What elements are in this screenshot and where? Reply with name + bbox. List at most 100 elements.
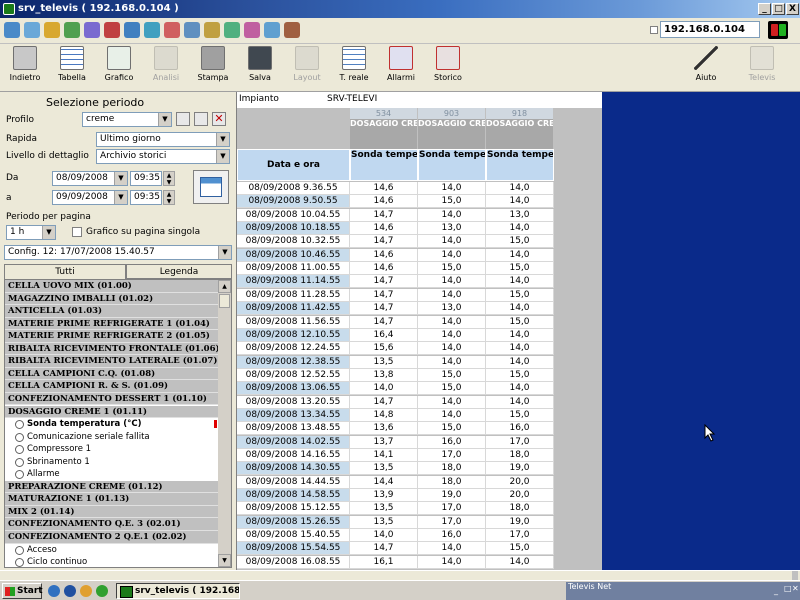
- timestamp-cell[interactable]: 08/09/2008 15.26.55: [237, 515, 350, 529]
- value-cell[interactable]: 14,0: [486, 355, 554, 369]
- timestamp-cell[interactable]: 08/09/2008 10.46.55: [237, 248, 350, 262]
- value-cell[interactable]: 15,0: [486, 315, 554, 329]
- save-profile-icon[interactable]: [176, 112, 190, 126]
- tree-variable-row[interactable]: Ciclo continuo: [5, 556, 219, 567]
- value-cell[interactable]: 15,0: [418, 422, 486, 436]
- layout-button[interactable]: Layout: [287, 46, 327, 82]
- config-select[interactable]: Config. 12: 17/07/2008 15.40.57 ▼: [4, 245, 232, 260]
- timestamp-cell[interactable]: 08/09/2008 10.32.55: [237, 235, 350, 249]
- value-cell[interactable]: 14,0: [418, 555, 486, 569]
- desktop-icon[interactable]: [80, 585, 92, 597]
- single-page-chart-checkbox[interactable]: [72, 227, 82, 237]
- import-icon[interactable]: [244, 22, 260, 38]
- ip-address-field[interactable]: 192.168.0.104: [660, 21, 760, 38]
- value-cell[interactable]: 17,0: [486, 435, 554, 449]
- table-button[interactable]: Tabella: [52, 46, 92, 82]
- value-cell[interactable]: 14,7: [350, 542, 418, 556]
- variables-icon[interactable]: [64, 22, 80, 38]
- value-cell[interactable]: 15,0: [418, 382, 486, 396]
- scroll-up-icon[interactable]: ▲: [218, 280, 231, 293]
- value-cell[interactable]: 20,0: [486, 489, 554, 503]
- timestamp-cell[interactable]: 08/09/2008 10.04.55: [237, 208, 350, 222]
- value-cell[interactable]: 14,1: [350, 449, 418, 462]
- media-icon[interactable]: [96, 585, 108, 597]
- explorer-icon[interactable]: [64, 585, 76, 597]
- value-cell[interactable]: 18,0: [486, 449, 554, 462]
- tree-group-row[interactable]: RIBALTA RICEVIMENTO LATERALE (01.07): [5, 355, 219, 368]
- value-cell[interactable]: 14,7: [350, 395, 418, 409]
- value-cell[interactable]: 14,7: [350, 302, 418, 316]
- value-cell[interactable]: 14,0: [486, 555, 554, 569]
- timestamp-cell[interactable]: 08/09/2008 14.16.55: [237, 449, 350, 462]
- print-button[interactable]: Stampa: [193, 46, 233, 82]
- value-cell[interactable]: 14,0: [418, 182, 486, 195]
- value-cell[interactable]: 14,0: [350, 382, 418, 396]
- tree-group-row[interactable]: MAGAZZINO IMBALLI (01.02): [5, 292, 219, 306]
- page-period-select[interactable]: 1 h ▼: [6, 225, 56, 240]
- tree-group-row[interactable]: MIX 2 (01.14): [5, 505, 219, 519]
- timestamp-cell[interactable]: 08/09/2008 14.58.55: [237, 489, 350, 503]
- value-cell[interactable]: 14,0: [418, 248, 486, 262]
- to-time-field[interactable]: 09:35: [130, 190, 162, 205]
- value-cell[interactable]: 13,6: [350, 422, 418, 436]
- timestamp-cell[interactable]: 08/09/2008 9.36.55: [237, 182, 350, 195]
- scroll-thumb[interactable]: [219, 294, 230, 308]
- value-cell[interactable]: 14,4: [350, 475, 418, 489]
- sync-icon[interactable]: [184, 22, 200, 38]
- tree-variable-row[interactable]: Allarme: [5, 468, 219, 481]
- value-cell[interactable]: 14,0: [486, 182, 554, 195]
- timestamp-cell[interactable]: 08/09/2008 13.06.55: [237, 382, 350, 396]
- data-table[interactable]: 534DOSAGGIO CREME 1 (01.11)903DOSAGGIO C…: [237, 108, 603, 570]
- value-cell[interactable]: 15,0: [486, 542, 554, 556]
- value-cell[interactable]: 16,1: [350, 555, 418, 569]
- ie-icon[interactable]: [48, 585, 60, 597]
- value-cell[interactable]: 13,0: [418, 222, 486, 236]
- alarms-button[interactable]: Allarmi: [381, 46, 421, 82]
- settings-icon[interactable]: [284, 22, 300, 38]
- value-cell[interactable]: 13,5: [350, 515, 418, 529]
- config-icon[interactable]: [44, 22, 60, 38]
- value-cell[interactable]: 18,0: [418, 462, 486, 476]
- timestamp-cell[interactable]: 08/09/2008 12.24.55: [237, 342, 350, 356]
- value-cell[interactable]: 14,6: [350, 262, 418, 276]
- maximize-button[interactable]: □: [772, 3, 785, 15]
- timestamp-cell[interactable]: 08/09/2008 11.00.55: [237, 262, 350, 276]
- detail-level-select[interactable]: Archivio storici ▼: [96, 149, 230, 164]
- value-cell[interactable]: 17,0: [418, 502, 486, 516]
- tree-group-row[interactable]: CONFEZIONAMENTO DESSERT 1 (01.10): [5, 392, 219, 406]
- value-cell[interactable]: 16,0: [486, 422, 554, 436]
- save-button[interactable]: Salva: [240, 46, 280, 82]
- value-cell[interactable]: 18,0: [418, 475, 486, 489]
- value-cell[interactable]: 14,0: [418, 542, 486, 556]
- value-cell[interactable]: 14,0: [486, 382, 554, 396]
- abc-icon[interactable]: [84, 22, 100, 38]
- value-cell[interactable]: 19,0: [486, 462, 554, 476]
- value-cell[interactable]: 19,0: [418, 489, 486, 503]
- timestamp-cell[interactable]: 08/09/2008 14.30.55: [237, 462, 350, 476]
- value-cell[interactable]: 14,0: [350, 529, 418, 543]
- network-icon[interactable]: [4, 22, 20, 38]
- value-cell[interactable]: 13,8: [350, 368, 418, 382]
- value-cell[interactable]: 14,7: [350, 208, 418, 222]
- value-cell[interactable]: 14,0: [418, 395, 486, 409]
- timestamp-cell[interactable]: 08/09/2008 9.50.55: [237, 195, 350, 209]
- value-cell[interactable]: 14,7: [350, 315, 418, 329]
- value-cell[interactable]: 14,7: [350, 275, 418, 289]
- value-cell[interactable]: 17,0: [486, 529, 554, 543]
- value-cell[interactable]: 15,0: [418, 368, 486, 382]
- value-cell[interactable]: 15,0: [418, 262, 486, 276]
- tree-variable-row[interactable]: Comunicazione seriale fallita: [5, 430, 219, 444]
- delete-profile-icon[interactable]: ✕: [212, 112, 226, 126]
- value-cell[interactable]: 16,0: [418, 529, 486, 543]
- devices-icon[interactable]: [24, 22, 40, 38]
- close-button[interactable]: X: [786, 3, 799, 15]
- device-tree[interactable]: CELLA UOVO MIX (01.00) MAGAZZINO IMBALLI …: [4, 279, 232, 568]
- value-cell[interactable]: 14,0: [486, 395, 554, 409]
- tree-variable-row[interactable]: Sonda temperatura (°C): [5, 418, 219, 431]
- televis-net-close[interactable]: ✕: [792, 584, 799, 593]
- from-date-field[interactable]: 08/09/2008 ▼: [52, 171, 128, 186]
- value-cell[interactable]: 14,0: [418, 342, 486, 356]
- televis-net-restore[interactable]: □: [784, 584, 792, 593]
- tree-variable-row[interactable]: Sbrinamento 1: [5, 455, 219, 469]
- timestamp-cell[interactable]: 08/09/2008 15.12.55: [237, 502, 350, 516]
